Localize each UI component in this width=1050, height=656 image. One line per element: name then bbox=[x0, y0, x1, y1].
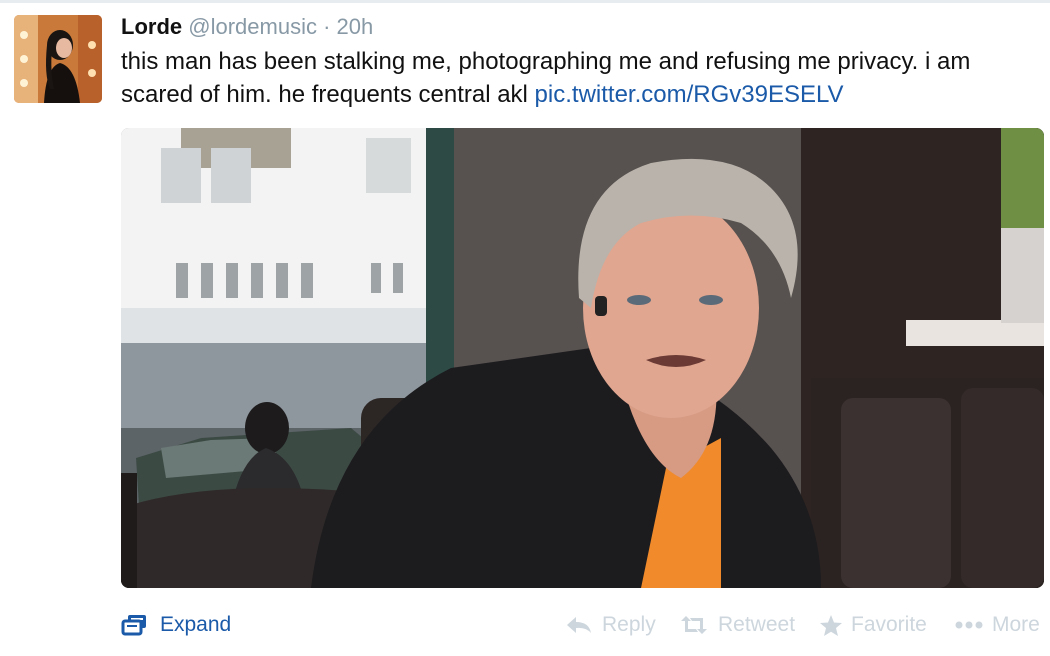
retweet-button[interactable]: Retweet bbox=[679, 613, 795, 637]
expand-icon bbox=[121, 615, 146, 636]
tweet-actions: Reply Retweet Favorite More bbox=[565, 613, 1045, 643]
author-name[interactable]: Lorde bbox=[121, 14, 182, 39]
tweet-header: Lorde @lordemusic · 20h bbox=[121, 12, 373, 42]
tweet-text: this man has been stalking me, photograp… bbox=[121, 45, 1041, 111]
more-dots-icon bbox=[955, 621, 983, 629]
reply-button[interactable]: Reply bbox=[565, 613, 656, 637]
top-border bbox=[0, 0, 1050, 3]
favorite-label: Favorite bbox=[851, 613, 927, 636]
retweet-icon bbox=[681, 616, 707, 634]
tweet-media-link[interactable]: pic.twitter.com/RGv39ESELV bbox=[535, 81, 844, 108]
expand-label: Expand bbox=[160, 613, 232, 636]
tweet-timestamp[interactable]: 20h bbox=[337, 14, 374, 39]
avatar-image bbox=[14, 15, 102, 103]
expand-link[interactable]: Expand bbox=[121, 613, 231, 637]
retweet-label: Retweet bbox=[718, 613, 796, 636]
author-avatar[interactable] bbox=[14, 15, 102, 103]
more-button[interactable]: More bbox=[955, 613, 1040, 637]
header-separator: · bbox=[323, 14, 331, 39]
photo-image bbox=[121, 128, 1044, 588]
reply-label: Reply bbox=[602, 613, 656, 636]
star-icon bbox=[820, 614, 842, 636]
reply-icon bbox=[567, 617, 591, 633]
favorite-button[interactable]: Favorite bbox=[820, 613, 927, 637]
more-label: More bbox=[992, 613, 1040, 636]
author-handle[interactable]: @lordemusic bbox=[188, 14, 317, 39]
tweet-media-photo[interactable] bbox=[121, 128, 1044, 588]
